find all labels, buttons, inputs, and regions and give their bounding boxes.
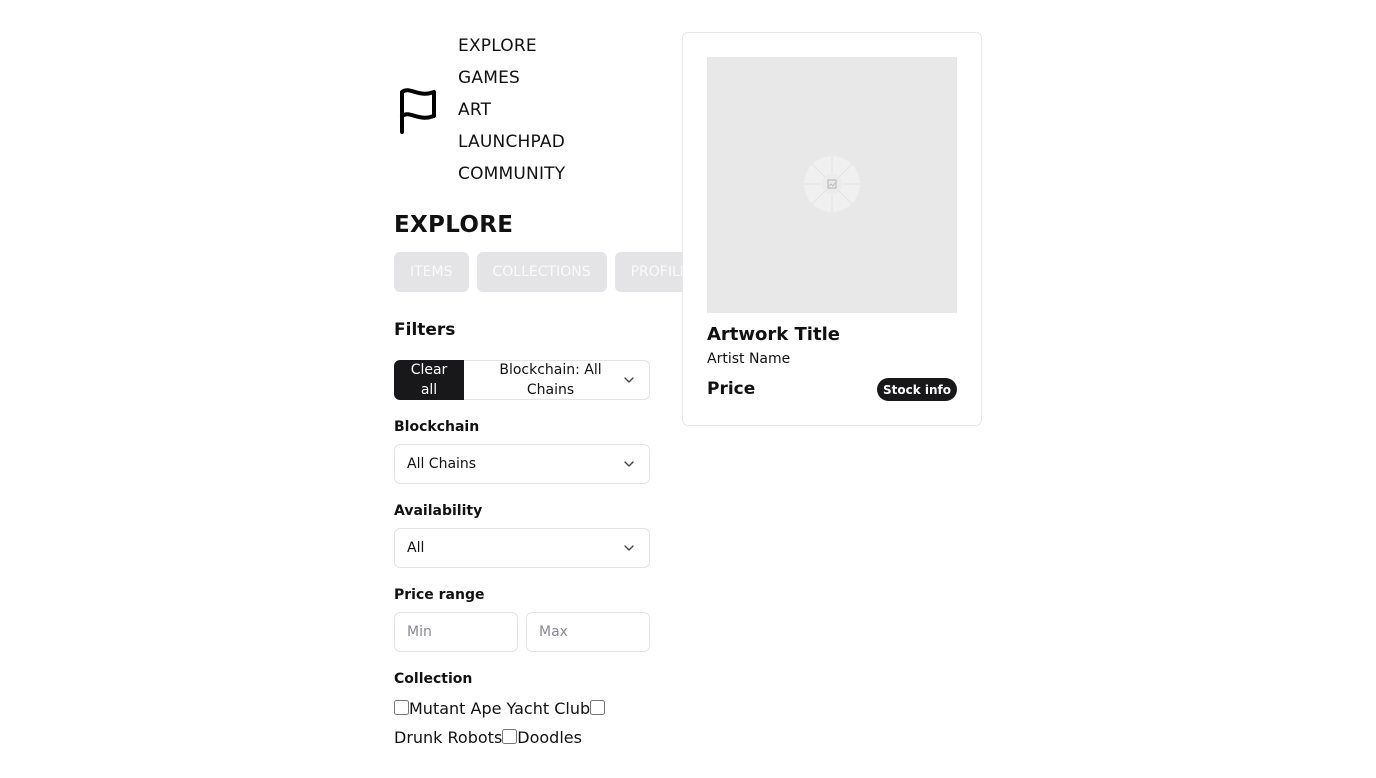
nav-item-games[interactable]: GAMES — [458, 66, 565, 98]
collection-option-label: Drunk Robots — [394, 728, 503, 747]
chevron-down-icon — [624, 377, 634, 383]
image-placeholder-icon — [804, 156, 860, 212]
chevron-down-icon — [624, 545, 634, 551]
availability-label: Availability — [394, 503, 483, 519]
price-range-inputs — [394, 612, 650, 652]
artwork-image — [707, 57, 957, 313]
collection-option[interactable]: Doodles — [502, 728, 582, 747]
artist-name: Artist Name — [707, 351, 791, 367]
filters-panel: Filters Clear all Blockchain: All Chains… — [394, 318, 650, 752]
blockchain-label: Blockchain — [394, 419, 480, 435]
active-filters-row: Clear all Blockchain: All Chains — [394, 360, 650, 400]
active-filter-chip[interactable]: Blockchain: All Chains — [464, 360, 650, 400]
collection-label: Collection — [394, 671, 473, 687]
nav-item-art[interactable]: ART — [458, 98, 565, 130]
blockchain-select-value: All Chains — [407, 456, 477, 472]
artwork-price: Price — [707, 379, 756, 399]
artwork-card[interactable]: Artwork Title Artist Name Price Stock in… — [682, 32, 982, 426]
collection-option-label: Mutant Ape Yacht Club — [409, 699, 591, 718]
nav-item-community[interactable]: COMMUNITY — [458, 162, 565, 194]
blockchain-select[interactable]: All Chains — [394, 444, 650, 484]
collection-checkbox[interactable] — [590, 700, 606, 715]
collection-option[interactable]: Mutant Ape Yacht Club — [394, 699, 590, 718]
page: EXPLORE GAMES ART LAUNCHPAD COMMUNITY EX… — [0, 0, 1376, 778]
main-nav: EXPLORE GAMES ART LAUNCHPAD COMMUNITY — [458, 34, 565, 194]
nav-item-explore[interactable]: EXPLORE — [458, 34, 565, 66]
collection-checkbox[interactable] — [502, 729, 518, 744]
collection-options: Mutant Ape Yacht Club Drunk Robots Doodles — [394, 694, 650, 752]
price-range-label: Price range — [394, 587, 485, 603]
price-min-input[interactable] — [394, 612, 518, 652]
active-filter-chip-label: Blockchain: All Chains — [499, 362, 602, 398]
chevron-down-icon — [624, 461, 634, 467]
flag-icon[interactable] — [398, 86, 438, 134]
artwork-title: Artwork Title — [707, 324, 840, 345]
stock-info-button[interactable]: Stock info — [877, 378, 957, 401]
explore-tabs: ITEMS COLLECTIONS PROFILES — [394, 252, 682, 292]
tab-profiles[interactable]: PROFILES — [614, 252, 682, 292]
price-max-input[interactable] — [526, 612, 650, 652]
availability-select-value: All — [407, 540, 425, 556]
tab-items[interactable]: ITEMS — [394, 252, 469, 292]
clear-all-button[interactable]: Clear all — [394, 360, 464, 400]
nav-item-launchpad[interactable]: LAUNCHPAD — [458, 130, 565, 162]
collection-checkbox[interactable] — [394, 700, 409, 715]
availability-select[interactable]: All — [394, 528, 650, 568]
filters-title: Filters — [394, 320, 456, 340]
page-title: EXPLORE — [394, 212, 514, 238]
tab-collections[interactable]: COLLECTIONS — [476, 252, 607, 292]
collection-option-label: Doodles — [517, 728, 582, 747]
